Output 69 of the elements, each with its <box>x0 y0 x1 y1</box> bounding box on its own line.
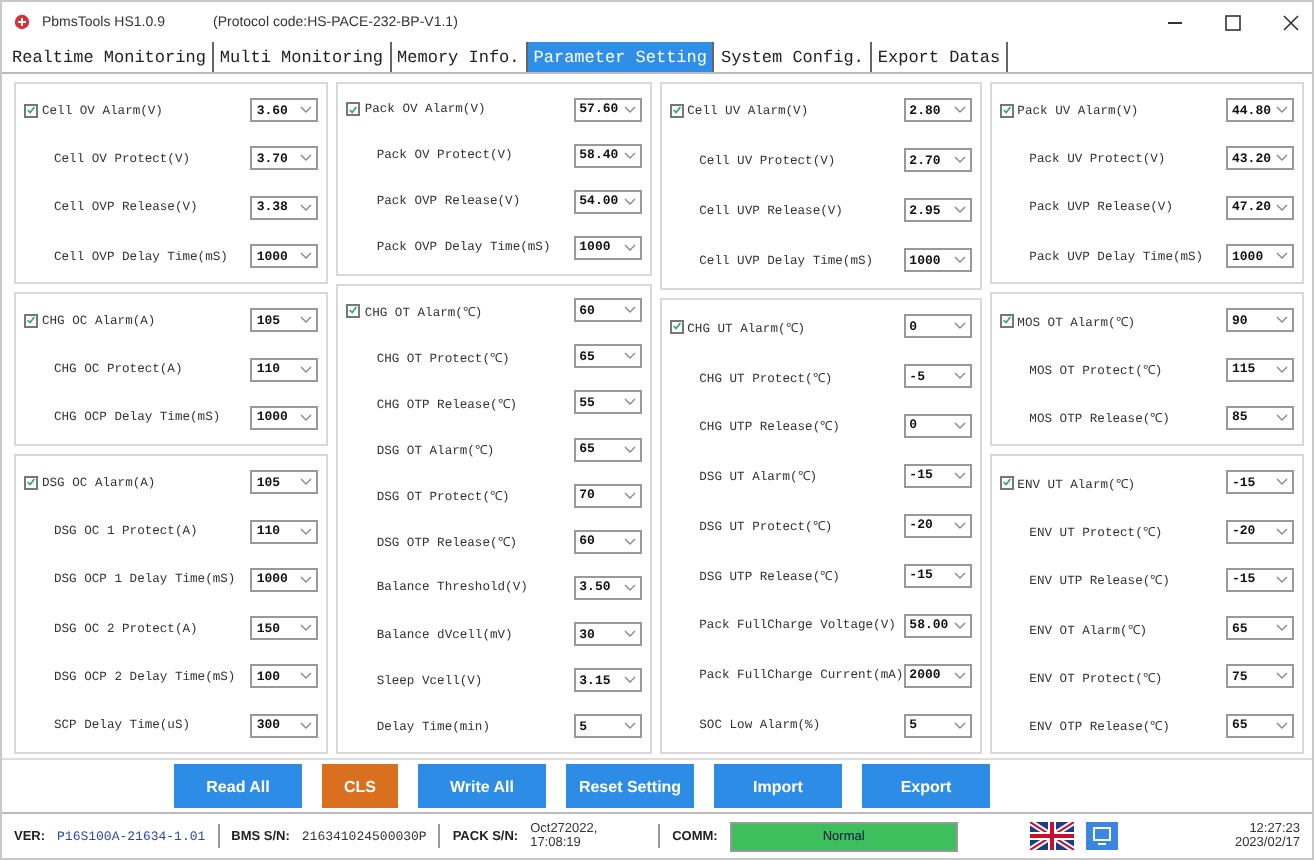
computer-icon[interactable] <box>1085 822 1118 850</box>
caret-icon[interactable] <box>300 365 313 374</box>
caret-icon[interactable] <box>623 105 636 114</box>
caret-icon[interactable] <box>953 256 966 265</box>
caret-icon[interactable] <box>953 372 966 381</box>
checkbox[interactable] <box>669 103 684 118</box>
caret-icon[interactable] <box>953 721 966 730</box>
caret-icon[interactable] <box>300 106 313 115</box>
caret-icon[interactable] <box>953 521 966 530</box>
checkbox[interactable] <box>24 313 38 328</box>
caret-icon[interactable] <box>1276 252 1288 261</box>
app-logo-icon <box>14 14 30 30</box>
caret-icon[interactable] <box>300 624 313 633</box>
caret-icon[interactable] <box>300 721 313 730</box>
caret-icon[interactable] <box>953 156 966 165</box>
checkbox[interactable] <box>24 103 38 118</box>
caret-icon[interactable] <box>1276 721 1288 730</box>
caret-icon[interactable] <box>623 197 636 206</box>
tab[interactable]: Memory Info. <box>391 42 528 72</box>
caret-icon[interactable] <box>1276 575 1288 584</box>
caret-icon[interactable] <box>1276 672 1288 681</box>
caret-icon[interactable] <box>623 352 636 361</box>
caret-icon[interactable] <box>1276 154 1288 163</box>
caret-icon[interactable] <box>953 421 966 430</box>
caret-icon[interactable] <box>300 413 313 422</box>
checkbox[interactable] <box>999 475 1014 490</box>
caret-icon[interactable] <box>300 316 313 325</box>
caret-icon[interactable] <box>623 676 636 685</box>
caret-icon[interactable] <box>623 491 636 500</box>
close-icon[interactable] <box>1282 13 1300 31</box>
caret-icon[interactable] <box>300 252 313 261</box>
caret-icon[interactable] <box>1276 527 1288 536</box>
caret-icon[interactable] <box>953 206 966 215</box>
caret-icon[interactable] <box>1276 365 1288 374</box>
caret-icon[interactable] <box>1276 413 1288 422</box>
caret-icon[interactable] <box>300 672 313 681</box>
caret-icon[interactable] <box>953 621 966 630</box>
checkbox[interactable] <box>669 319 684 334</box>
caret-icon[interactable] <box>623 398 636 407</box>
caret-icon[interactable] <box>623 537 636 546</box>
caret-icon[interactable] <box>623 583 636 592</box>
checkbox[interactable] <box>346 102 361 117</box>
caret-icon[interactable] <box>953 106 966 115</box>
caret-icon[interactable] <box>953 322 966 331</box>
caret-icon[interactable] <box>300 154 313 163</box>
caret-icon[interactable] <box>300 478 313 487</box>
caret-icon[interactable] <box>953 571 966 580</box>
caret-icon[interactable] <box>623 722 636 731</box>
checkbox[interactable] <box>999 103 1014 118</box>
caret-icon[interactable] <box>1276 203 1288 212</box>
caret-icon[interactable] <box>1276 624 1288 633</box>
caret-icon[interactable] <box>953 671 966 680</box>
caret-icon[interactable] <box>300 575 313 584</box>
caret-icon[interactable] <box>1276 478 1288 487</box>
caret-icon[interactable] <box>300 203 313 212</box>
caret-icon[interactable] <box>300 527 313 536</box>
caret-icon[interactable] <box>1276 106 1288 115</box>
caret-icon[interactable] <box>623 306 636 315</box>
caret-icon[interactable] <box>1276 316 1288 325</box>
maximize-icon[interactable] <box>1224 13 1242 31</box>
checkbox[interactable] <box>24 475 38 490</box>
caret-icon[interactable] <box>623 243 636 252</box>
flag-icon[interactable] <box>1029 822 1074 850</box>
caret-icon[interactable] <box>623 445 636 454</box>
caret-icon[interactable] <box>953 471 966 480</box>
checkbox[interactable] <box>999 313 1014 328</box>
checkbox[interactable] <box>346 303 361 318</box>
caret-icon[interactable] <box>623 151 636 160</box>
caret-icon[interactable] <box>623 630 636 639</box>
